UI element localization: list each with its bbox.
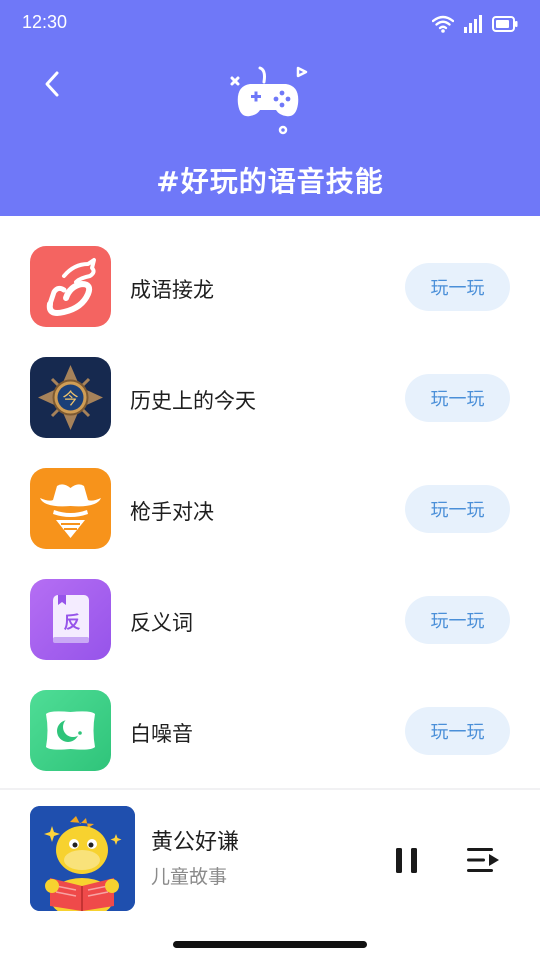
list-item[interactable]: 枪手对决 玩一玩 bbox=[0, 438, 540, 549]
track-subtitle: 儿童故事 bbox=[151, 866, 228, 888]
dragon-icon bbox=[30, 246, 111, 327]
status-bar: 12:30 bbox=[0, 0, 540, 48]
skill-name: 反义词 bbox=[130, 611, 193, 635]
list-item[interactable]: 今 历史上的今天 玩一玩 bbox=[0, 327, 540, 438]
play-button[interactable]: 玩一玩 bbox=[405, 707, 510, 755]
track-title: 黄公好谦 bbox=[151, 830, 240, 855]
dinosaur-reading-icon[interactable] bbox=[30, 806, 135, 911]
page-title: #好玩的语音技能 bbox=[156, 165, 384, 198]
signal-icon bbox=[464, 15, 482, 33]
wifi-icon bbox=[432, 15, 454, 33]
header: 12:30 #好玩的语音技能 bbox=[0, 0, 540, 216]
list-item[interactable]: 反 反义词 玩一玩 bbox=[0, 549, 540, 660]
play-button[interactable]: 玩一玩 bbox=[405, 263, 510, 311]
book-icon: 反 bbox=[30, 579, 111, 660]
status-icons bbox=[432, 13, 518, 35]
list-item[interactable]: 成语接龙 玩一玩 bbox=[0, 216, 540, 327]
battery-icon bbox=[492, 16, 518, 32]
play-button[interactable]: 玩一玩 bbox=[405, 485, 510, 533]
play-button[interactable]: 玩一玩 bbox=[405, 374, 510, 422]
status-time: 12:30 bbox=[22, 12, 68, 32]
skill-name: 成语接龙 bbox=[130, 278, 214, 302]
playlist-icon[interactable] bbox=[464, 844, 502, 876]
chevron-left-icon bbox=[45, 71, 59, 97]
svg-text:今: 今 bbox=[62, 389, 78, 408]
skill-name: 历史上的今天 bbox=[130, 389, 256, 413]
back-button[interactable] bbox=[32, 64, 72, 104]
list-item[interactable]: 白噪音 玩一玩 bbox=[0, 660, 540, 771]
pause-icon[interactable] bbox=[392, 844, 422, 876]
compass-icon: 今 bbox=[30, 357, 111, 438]
pillow-moon-icon bbox=[30, 690, 111, 771]
skill-name: 白噪音 bbox=[130, 722, 193, 746]
mini-player[interactable]: 黄公好谦 儿童故事 bbox=[0, 790, 540, 960]
skill-name: 枪手对决 bbox=[130, 500, 214, 524]
cowboy-icon bbox=[30, 468, 111, 549]
svg-text:反: 反 bbox=[64, 613, 81, 633]
skill-list: 成语接龙 玩一玩 今 历史上的今天 玩一玩 枪手对决 玩一玩 反 反义词 玩一玩… bbox=[0, 216, 540, 771]
play-button[interactable]: 玩一玩 bbox=[405, 596, 510, 644]
home-indicator[interactable] bbox=[173, 941, 367, 948]
gamepad-icon bbox=[230, 66, 308, 135]
